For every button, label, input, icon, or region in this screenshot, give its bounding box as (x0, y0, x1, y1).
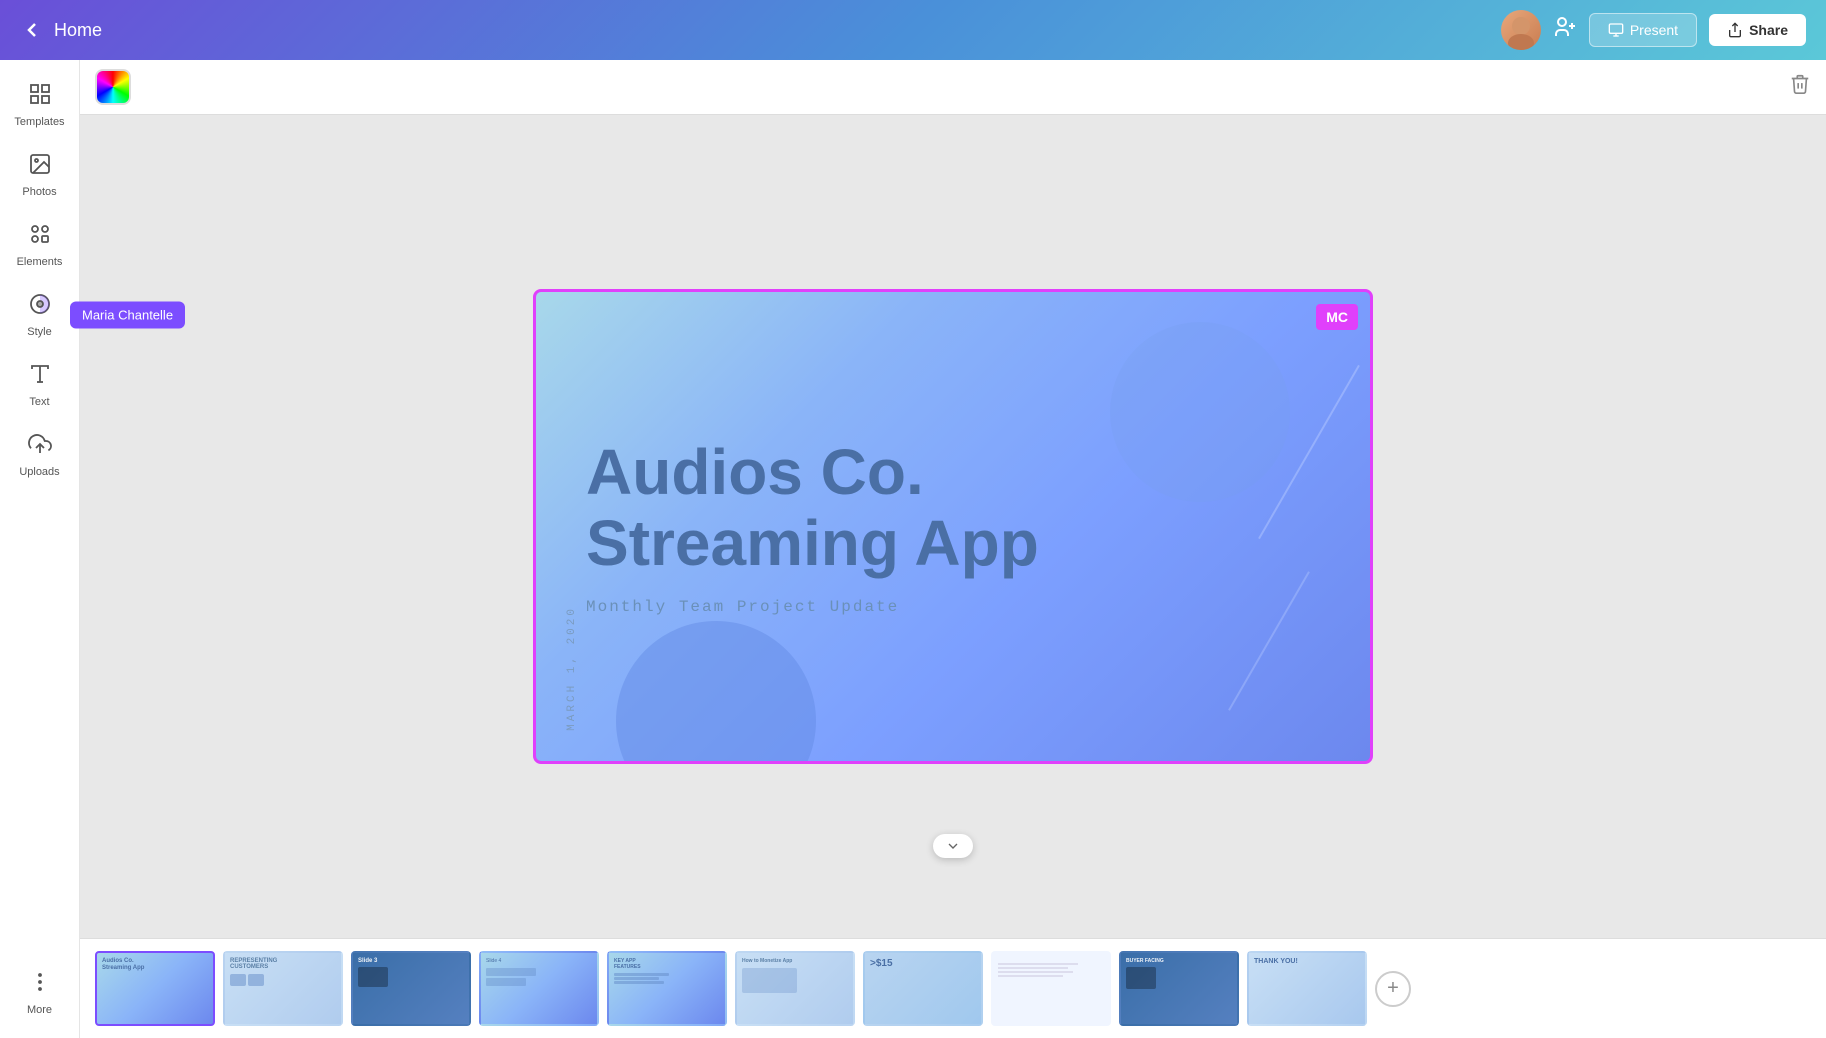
thumbnail-4[interactable]: Slide 4 (479, 951, 599, 1026)
grid-icon (28, 82, 52, 112)
avatar-container (1501, 10, 1541, 50)
sidebar-item-templates[interactable]: Templates (0, 70, 79, 140)
thumbnail-strip: Audios Co.Streaming App REPRESENTINGCUST… (80, 938, 1826, 1038)
sidebar-item-elements[interactable]: Elements (0, 210, 79, 280)
uploads-label: Uploads (19, 466, 59, 478)
back-button[interactable] (20, 18, 44, 42)
slide-canvas-container: MC Audios Co.Streaming App Monthly Team … (80, 115, 1826, 938)
share-label: Share (1749, 22, 1788, 38)
more-label: More (27, 1004, 52, 1016)
slide-title: Audios Co.Streaming App (586, 437, 1320, 578)
photo-icon (28, 152, 52, 182)
style-label: Style (27, 326, 51, 338)
toolbar (80, 60, 1826, 115)
thumbnail-9[interactable]: BUYER FACING (1119, 951, 1239, 1026)
thumbnail-2[interactable]: REPRESENTINGCUSTOMERS (223, 951, 343, 1026)
avatar[interactable] (1501, 10, 1541, 50)
thumbnail-5[interactable]: KEY APPFEATURES (607, 951, 727, 1026)
sidebar: Templates Photos Elements (0, 60, 80, 1038)
elements-icon (28, 222, 52, 252)
more-icon (28, 970, 52, 1000)
photos-label: Photos (22, 186, 56, 198)
share-button[interactable]: Share (1709, 14, 1806, 46)
delete-button[interactable] (1789, 73, 1811, 101)
slide-date: MARCH 1, 2020 (566, 606, 578, 731)
main-layout: Templates Photos Elements (0, 60, 1826, 1038)
home-label: Home (54, 20, 102, 41)
sidebar-item-style[interactable]: Style Maria Chantelle (0, 280, 79, 350)
header-right: Present Share (1501, 10, 1806, 50)
text-icon (28, 362, 52, 392)
templates-label: Templates (14, 116, 64, 128)
header: Home Pres (0, 0, 1826, 60)
slide-subtitle: Monthly Team Project Update (586, 598, 1320, 616)
canvas-area: MC Audios Co.Streaming App Monthly Team … (80, 60, 1826, 1038)
add-slide-icon: + (1387, 977, 1399, 1000)
sidebar-item-uploads[interactable]: Uploads (0, 420, 79, 490)
sidebar-item-photos[interactable]: Photos (0, 140, 79, 210)
slide-title-text: Audios Co.Streaming App (586, 436, 1039, 578)
thumbnail-6[interactable]: How to Monetize App (735, 951, 855, 1026)
header-left: Home (20, 18, 102, 42)
add-slide-button[interactable]: + (1375, 971, 1411, 1007)
sidebar-item-more[interactable]: More (0, 958, 79, 1028)
thumbnail-7[interactable]: >$15 (863, 951, 983, 1026)
thumbnail-3[interactable]: Slide 3 (351, 951, 471, 1026)
collapse-handle[interactable] (933, 834, 973, 858)
thumbnail-8[interactable] (991, 951, 1111, 1026)
present-label: Present (1630, 22, 1678, 38)
upload-icon (28, 432, 52, 462)
slide-content: Audios Co.Streaming App Monthly Team Pro… (536, 292, 1370, 761)
present-button[interactable]: Present (1589, 13, 1697, 47)
color-wheel[interactable] (95, 69, 131, 105)
thumbnail-10[interactable]: THANK YOU! (1247, 951, 1367, 1026)
slide-main[interactable]: MC Audios Co.Streaming App Monthly Team … (533, 289, 1373, 764)
elements-label: Elements (17, 256, 63, 268)
thumbnail-1[interactable]: Audios Co.Streaming App (95, 951, 215, 1026)
style-icon (28, 292, 52, 322)
sidebar-item-text[interactable]: Text (0, 350, 79, 420)
text-label: Text (29, 396, 49, 408)
add-person-button[interactable] (1553, 15, 1577, 45)
